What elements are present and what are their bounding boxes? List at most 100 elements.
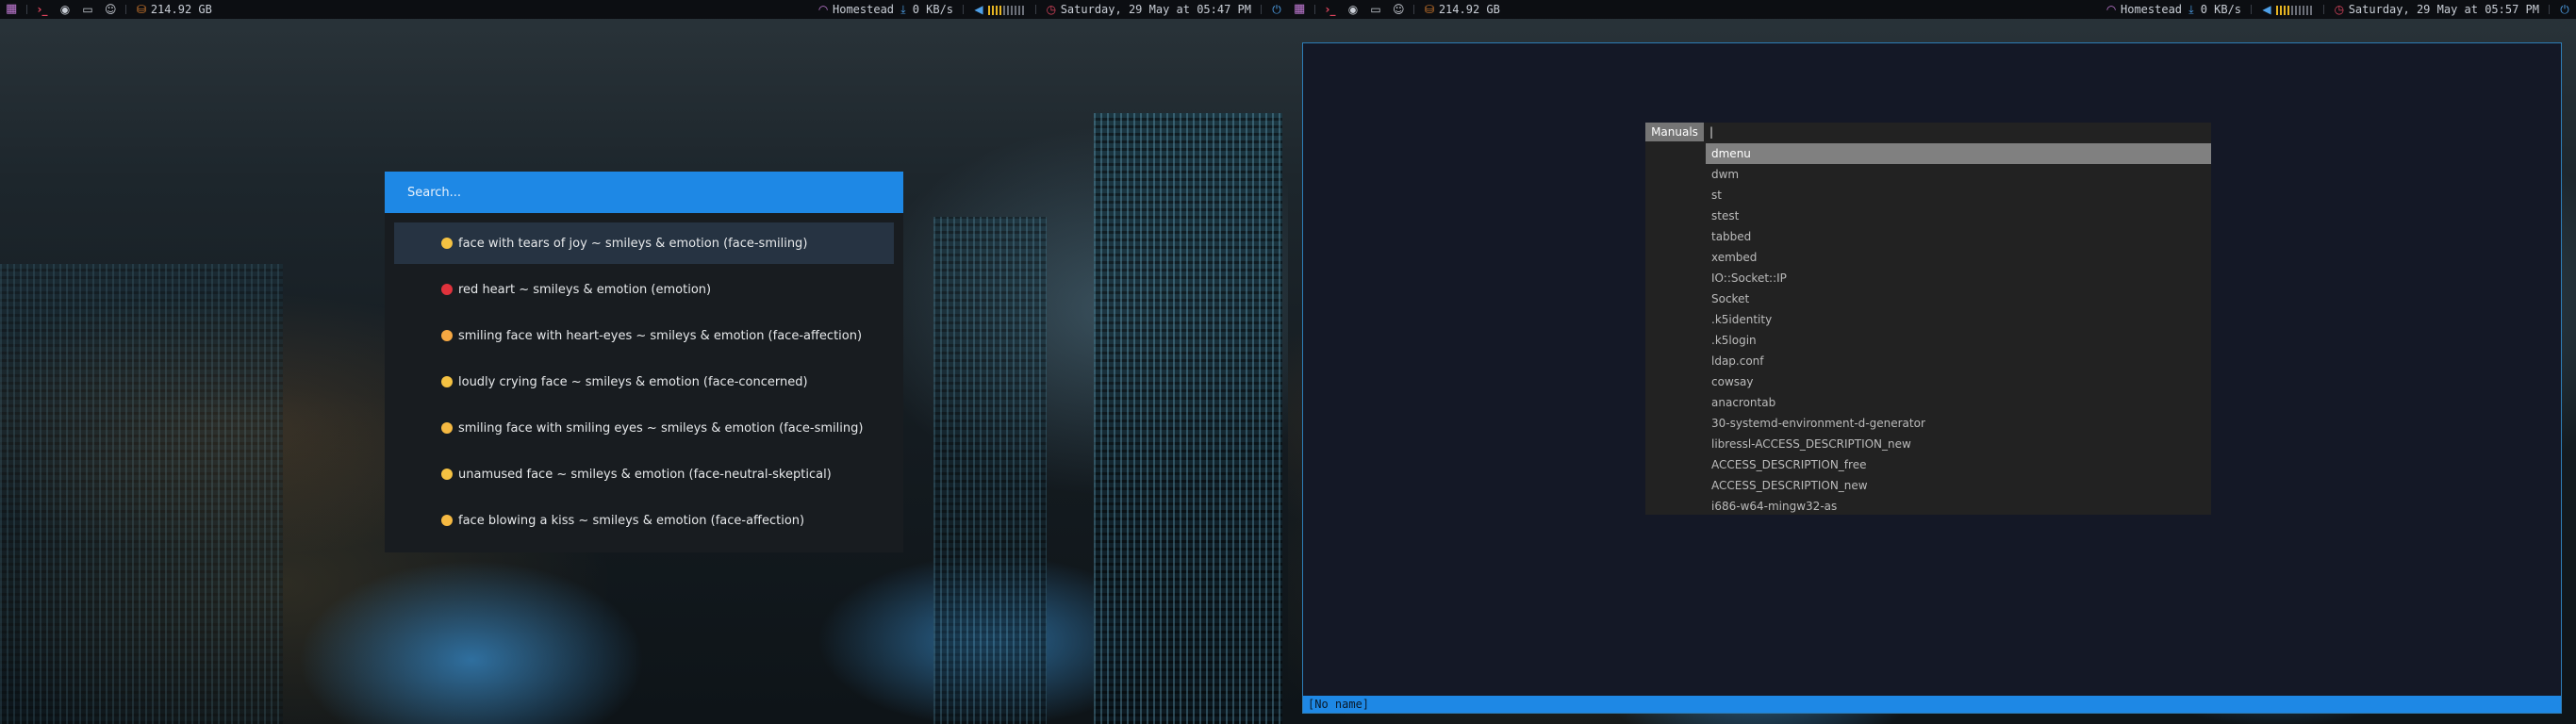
clock: ◷ Saturday, 29 May at 05:57 PM: [2328, 3, 2545, 16]
volume-bar-segment: [2305, 5, 2308, 15]
bar-divider: [26, 5, 27, 14]
github-launcher[interactable]: ☺: [99, 4, 122, 15]
network-name: Homestead: [833, 3, 895, 16]
dmenu-item[interactable]: Socket: [1706, 288, 2211, 309]
dmenu-item[interactable]: i686-w64-mingw32-as: [1706, 496, 2211, 517]
terminal-launcher[interactable]: ›_: [1319, 4, 1342, 15]
dmenu-item[interactable]: 30-systemd-environment-d-generator: [1706, 413, 2211, 434]
dmenu-item[interactable]: xembed: [1706, 247, 2211, 268]
emoji-result-item[interactable]: smiling face with heart-eyes ~ smileys &…: [394, 315, 894, 356]
emoji-result-label: face with tears of joy ~ smileys & emoti…: [458, 236, 808, 251]
emoji-search-input[interactable]: Search...: [385, 172, 903, 213]
emoji-icon: [441, 376, 453, 387]
emoji-result-item[interactable]: face blowing a kiss ~ smileys & emotion …: [394, 500, 894, 541]
browser-icon: ◉: [59, 3, 71, 16]
wifi-icon: ◠: [817, 3, 829, 16]
network-status[interactable]: ◠ Homestead ⤓ 0 KB/s: [2100, 3, 2247, 16]
disk-usage-text: 214.92 GB: [150, 3, 212, 16]
volume-bar-segment: [995, 5, 998, 15]
emoji-result-list: face with tears of joy ~ smileys & emoti…: [385, 213, 903, 541]
dmenu-item[interactable]: .k5identity: [1706, 309, 2211, 330]
dmenu-item[interactable]: IO::Socket::IP: [1706, 268, 2211, 288]
volume-bar-segment: [1017, 5, 1020, 15]
emoji-icon: [441, 238, 453, 249]
wallpaper-building: [0, 264, 283, 724]
terminal-launcher[interactable]: ›_: [31, 4, 54, 15]
volume-control[interactable]: ◀: [967, 3, 1032, 16]
disk-icon: ⛁: [136, 3, 147, 16]
volume-icon: ◀: [2262, 3, 2271, 16]
volume-bar-segment: [2279, 5, 2282, 15]
power-icon: ⏻: [1272, 3, 1281, 16]
editor-statusline: [No name]: [1303, 696, 2561, 713]
volume-bar-segment: [2309, 5, 2312, 15]
bar-divider: [2549, 5, 2550, 14]
dmenu-item[interactable]: .k5login: [1706, 330, 2211, 351]
github-launcher[interactable]: ☺: [1387, 4, 1410, 15]
bar-divider: [2251, 5, 2253, 14]
volume-bar-segment: [987, 5, 990, 15]
files-launcher[interactable]: ▭: [76, 4, 99, 15]
dmenu-item[interactable]: cowsay: [1706, 371, 2211, 392]
dmenu-item[interactable]: dmenu: [1706, 143, 2211, 164]
folder-icon: ▭: [82, 3, 93, 16]
volume-control[interactable]: ◀: [2255, 3, 2320, 16]
volume-level-bars: [987, 3, 1026, 16]
emoji-icon: [441, 422, 453, 434]
emoji-result-label: loudly crying face ~ smileys & emotion (…: [458, 374, 808, 389]
workspaces-button[interactable]: ▦: [1288, 2, 1311, 16]
github-icon: ☺: [1393, 3, 1405, 16]
power-button[interactable]: ⏻: [1265, 4, 1288, 15]
dmenu-item[interactable]: dwm: [1706, 164, 2211, 185]
bar-divider: [1314, 5, 1315, 14]
emoji-result-item[interactable]: smiling face with smiling eyes ~ smileys…: [394, 407, 894, 449]
emoji-icon: [441, 330, 453, 341]
dmenu-input[interactable]: |: [1709, 123, 1713, 141]
disk-icon: ⛁: [1424, 3, 1435, 16]
volume-bar-segment: [2294, 5, 2297, 15]
dmenu-item[interactable]: ACCESS_DESCRIPTION_free: [1706, 454, 2211, 475]
github-icon: ☺: [105, 3, 117, 16]
power-icon: ⏻: [2560, 3, 2569, 16]
terminal-icon: ›_: [1325, 3, 1336, 16]
download-icon: ⤓: [900, 3, 906, 16]
clock-icon: ◷: [1046, 3, 1057, 16]
volume-level-bars: [2275, 3, 2314, 16]
power-button[interactable]: ⏻: [2553, 4, 2576, 15]
volume-bar-segment: [2298, 5, 2301, 15]
wallpaper-building: [1094, 113, 1282, 724]
workspaces-button[interactable]: ▦: [0, 2, 23, 16]
dmenu-item[interactable]: tabbed: [1706, 226, 2211, 247]
volume-bar-segment: [2290, 5, 2293, 15]
dmenu-item[interactable]: ldap.conf: [1706, 351, 2211, 371]
bar-divider: [2322, 5, 2324, 14]
emoji-result-label: smiling face with heart-eyes ~ smileys &…: [458, 328, 863, 343]
emoji-result-item[interactable]: red heart ~ smileys & emotion (emotion): [394, 269, 894, 310]
browser-launcher[interactable]: ◉: [1342, 4, 1364, 15]
dmenu-item[interactable]: libressl-ACCESS_DESCRIPTION_new: [1706, 434, 2211, 454]
network-status[interactable]: ◠ Homestead ⤓ 0 KB/s: [812, 3, 959, 16]
volume-bar-segment: [1021, 5, 1024, 15]
grid-icon: ▦: [1294, 2, 1306, 16]
files-launcher[interactable]: ▭: [1364, 4, 1387, 15]
emoji-result-item[interactable]: face with tears of joy ~ smileys & emoti…: [394, 222, 894, 264]
grid-icon: ▦: [6, 2, 18, 16]
dmenu-item-list: dmenu dwm st stest tabbed xembed IO::Socket::I…: [1706, 143, 2211, 517]
wifi-icon: ◠: [2105, 3, 2117, 16]
volume-bar-segment: [1002, 5, 1005, 15]
emoji-result-item[interactable]: unamused face ~ smileys & emotion (face-…: [394, 453, 894, 495]
bar-divider: [1034, 5, 1036, 14]
download-icon: ⤓: [2188, 3, 2194, 16]
wallpaper-building: [933, 217, 1047, 724]
volume-bar-segment: [1010, 5, 1013, 15]
dmenu-item[interactable]: stest: [1706, 206, 2211, 226]
dmenu-item[interactable]: ACCESS_DESCRIPTION_new: [1706, 475, 2211, 496]
emoji-result-item[interactable]: loudly crying face ~ smileys & emotion (…: [394, 361, 894, 403]
bar-divider: [125, 5, 126, 14]
bar-divider: [1413, 5, 1414, 14]
volume-bar-segment: [1014, 5, 1016, 15]
disk-usage-text: 214.92 GB: [1438, 3, 1500, 16]
dmenu-item[interactable]: st: [1706, 185, 2211, 206]
dmenu-item[interactable]: anacrontab: [1706, 392, 2211, 413]
browser-launcher[interactable]: ◉: [54, 4, 76, 15]
